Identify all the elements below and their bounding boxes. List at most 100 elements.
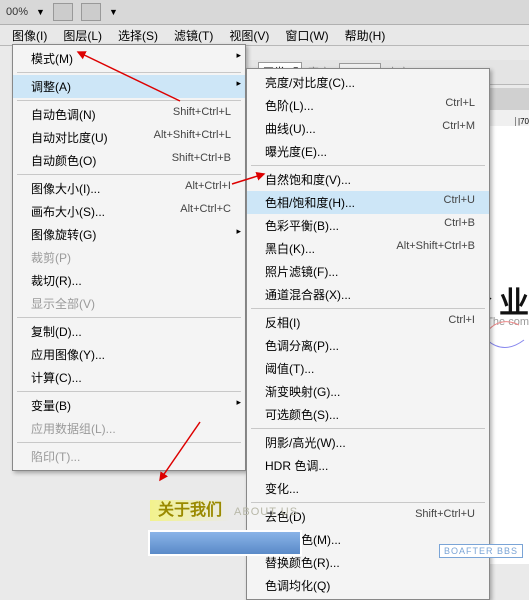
menu-item-label: 调整(A)	[31, 78, 71, 95]
menu-item[interactable]: 亮度/对比度(C)...	[247, 71, 489, 94]
menu-item-shortcut: Shift+Ctrl+U	[415, 508, 475, 525]
about-us-heading: 关于我们 ABOUT US	[150, 496, 298, 520]
menu-item-label: 应用图像(Y)...	[31, 346, 105, 363]
menu-item-shortcut: Ctrl+B	[444, 217, 475, 234]
menu-item[interactable]: 画布大小(S)... Alt+Ctrl+C	[13, 200, 245, 223]
menu-item[interactable]: 图像大小(I)...Alt+Ctrl+I	[13, 177, 245, 200]
menu-item-label: 色阶(L)...	[265, 97, 314, 114]
menu-item[interactable]: 变量(B)	[13, 394, 245, 417]
menu-item[interactable]: 阈值(T)...	[247, 357, 489, 380]
menu-item[interactable]: 裁切(R)...	[13, 269, 245, 292]
thumbnail-image	[148, 530, 302, 556]
menu-item[interactable]: 自动颜色(O) Shift+Ctrl+B	[13, 149, 245, 172]
menu-item-label: 曝光度(E)...	[265, 143, 327, 160]
about-en: ABOUT US	[234, 506, 298, 518]
menu-item[interactable]: 复制(D)...	[13, 320, 245, 343]
menu-item[interactable]: 渐变映射(G)...	[247, 380, 489, 403]
menu-item-label: 可选颜色(S)...	[265, 406, 339, 423]
menu-separator	[251, 165, 485, 166]
menu-item-label: 应用数据组(L)...	[31, 420, 116, 437]
menu-item: 应用数据组(L)...	[13, 417, 245, 440]
menu-item[interactable]: 通道混合器(X)...	[247, 283, 489, 306]
menu-item-label: 变化...	[265, 480, 299, 497]
menu-item-label: 裁切(R)...	[31, 272, 82, 289]
menu-item[interactable]: 反相(I) Ctrl+I	[247, 311, 489, 334]
chevron-down-icon[interactable]: ▼	[109, 7, 118, 17]
menu-item[interactable]: 可选颜色(S)...	[247, 403, 489, 426]
menu-window[interactable]: 窗口(W)	[277, 25, 336, 46]
menu-item-label: 自动色调(N)	[31, 106, 96, 123]
about-cn: 关于我们	[150, 500, 230, 521]
menu-item-label: 色相/饱和度(H)...	[265, 194, 355, 211]
menu-item[interactable]: 色调均化(Q)	[247, 574, 489, 597]
menu-item-label: 模式(M)	[31, 50, 73, 67]
menu-item-label: 阴影/高光(W)...	[265, 434, 346, 451]
image-menu-dropdown: 模式(M) 调整(A) 自动色调(N)Shift+Ctrl+L自动对比度(U)Alt…	[12, 44, 246, 471]
menu-item-shortcut: Ctrl+I	[448, 314, 475, 331]
menu-item-shortcut: Alt+Ctrl+C	[180, 203, 231, 220]
menu-item-label: HDR 色调...	[265, 457, 328, 474]
menu-layer[interactable]: 图层(L)	[55, 25, 110, 46]
menu-item-label: 变量(B)	[31, 397, 71, 414]
menu-item[interactable]: 照片滤镜(F)...	[247, 260, 489, 283]
menu-item-label: 阈值(T)...	[265, 360, 314, 377]
menu-item[interactable]: 黑白(K)... Alt+Shift+Ctrl+B	[247, 237, 489, 260]
menu-item[interactable]: 自动对比度(U)Alt+Shift+Ctrl+L	[13, 126, 245, 149]
menu-image[interactable]: 图像(I)	[4, 25, 55, 46]
menu-item-label: 画布大小(S)...	[31, 203, 105, 220]
menu-item[interactable]: HDR 色调...	[247, 454, 489, 477]
menu-item[interactable]: 色相/饱和度(H)... Ctrl+U	[247, 191, 489, 214]
menu-separator	[17, 72, 241, 73]
menu-item-label: 显示全部(V)	[31, 295, 95, 312]
menu-item[interactable]: 应用图像(Y)...	[13, 343, 245, 366]
menu-item[interactable]: 曲线(U)...Ctrl+M	[247, 117, 489, 140]
zoom-level: 00%	[6, 6, 28, 18]
menu-item-label: 复制(D)...	[31, 323, 82, 340]
screen-mode-icon[interactable]	[81, 3, 101, 21]
top-toolbar: 00% ▼ ▼	[0, 0, 529, 25]
menu-item-label: 陷印(T)...	[31, 448, 80, 465]
menu-select[interactable]: 选择(S)	[110, 25, 166, 46]
menu-item[interactable]: 调整(A)	[13, 75, 245, 98]
menu-item-label: 亮度/对比度(C)...	[265, 74, 355, 91]
hand-tool-icon[interactable]	[53, 3, 73, 21]
menu-item: 显示全部(V)	[13, 292, 245, 315]
menu-item[interactable]: 图像旋转(G)	[13, 223, 245, 246]
menu-item[interactable]: 自然饱和度(V)...	[247, 168, 489, 191]
menu-separator	[251, 428, 485, 429]
menu-item-shortcut: Ctrl+L	[445, 97, 475, 114]
menu-item-shortcut: Alt+Shift+Ctrl+B	[396, 240, 475, 257]
menu-item-shortcut: Shift+Ctrl+B	[172, 152, 231, 169]
chevron-down-icon[interactable]: ▼	[36, 7, 45, 17]
menu-item-label: 自动颜色(O)	[31, 152, 96, 169]
menu-item[interactable]: 自动色调(N)Shift+Ctrl+L	[13, 103, 245, 126]
menu-item[interactable]: 色阶(L)... Ctrl+L	[247, 94, 489, 117]
menu-item-label: 渐变映射(G)...	[265, 383, 340, 400]
menu-item: 陷印(T)...	[13, 445, 245, 468]
menu-item-shortcut: Alt+Ctrl+I	[185, 180, 231, 197]
menu-item-label: 反相(I)	[265, 314, 300, 331]
menu-item[interactable]: 色彩平衡(B)... Ctrl+B	[247, 214, 489, 237]
menu-separator	[17, 442, 241, 443]
menu-item[interactable]: 曝光度(E)...	[247, 140, 489, 163]
menu-item-label: 通道混合器(X)...	[265, 286, 351, 303]
menu-item-label: 色调分离(P)...	[265, 337, 339, 354]
menu-item-label: 图像旋转(G)	[31, 226, 96, 243]
menu-bar: 图像(I) 图层(L) 选择(S) 滤镜(T) 视图(V) 窗口(W) 帮助(H…	[0, 25, 529, 46]
menu-separator	[17, 391, 241, 392]
menu-filter[interactable]: 滤镜(T)	[166, 25, 221, 46]
menu-item[interactable]: 阴影/高光(W)...	[247, 431, 489, 454]
menu-item-label: 照片滤镜(F)...	[265, 263, 338, 280]
menu-item-label: 黑白(K)...	[265, 240, 315, 257]
menu-item-shortcut: Alt+Shift+Ctrl+L	[154, 129, 231, 146]
menu-item-label: 色彩平衡(B)...	[265, 217, 339, 234]
menu-item[interactable]: 计算(C)...	[13, 366, 245, 389]
menu-help[interactable]: 帮助(H)	[337, 25, 394, 46]
adjustments-submenu: 亮度/对比度(C)... 色阶(L)... Ctrl+L 曲线(U)...Ctrl+M…	[246, 68, 490, 600]
menu-item[interactable]: 色调分离(P)...	[247, 334, 489, 357]
menu-item-shortcut: Ctrl+U	[444, 194, 475, 211]
menu-item[interactable]: 模式(M)	[13, 47, 245, 70]
menu-item: 裁剪(P)	[13, 246, 245, 269]
menu-item-label: 裁剪(P)	[31, 249, 71, 266]
menu-view[interactable]: 视图(V)	[221, 25, 277, 46]
